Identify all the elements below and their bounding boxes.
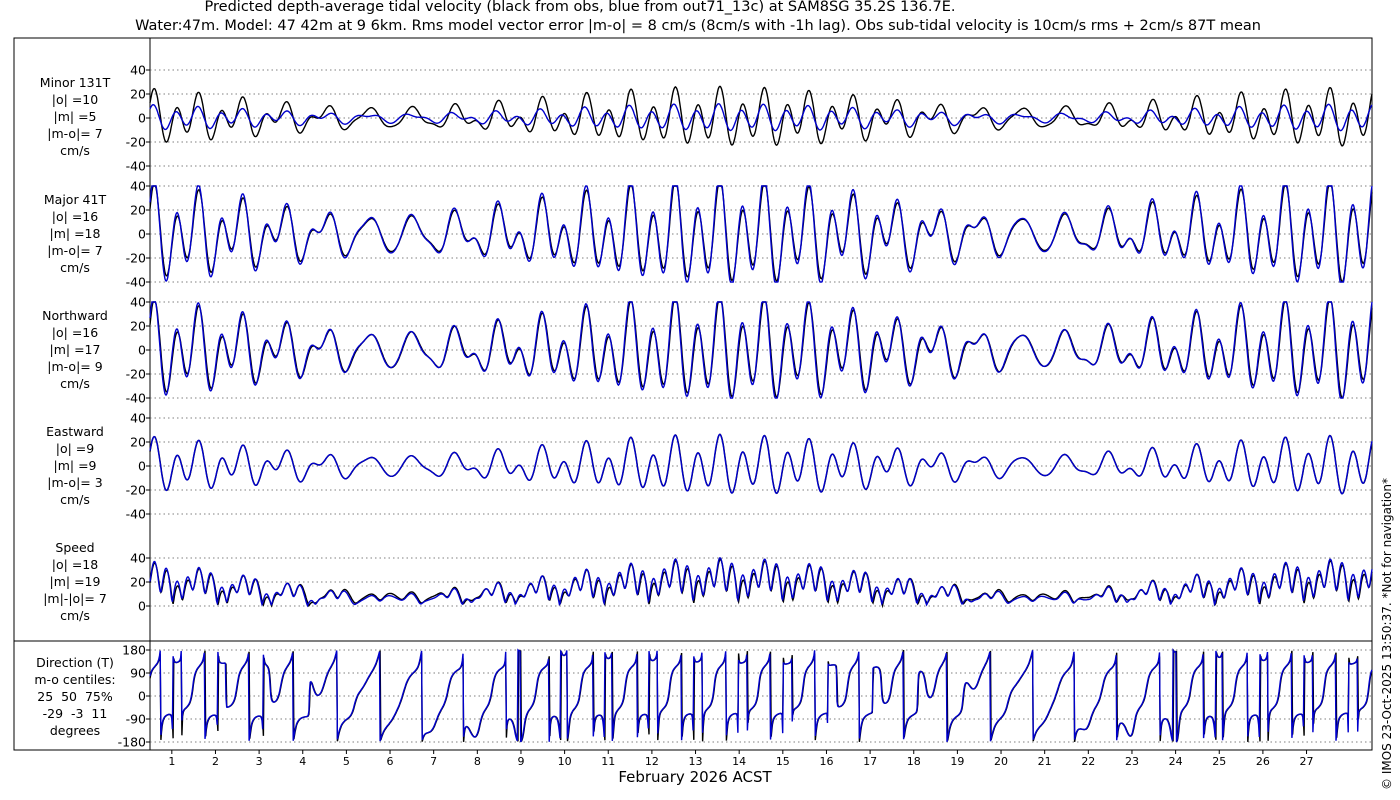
x-tick-label: 23 <box>1125 755 1139 768</box>
y-tick-label: -180 <box>118 735 146 750</box>
model-series-speed <box>149 557 1373 608</box>
y-tick-label: 20 <box>130 575 146 590</box>
x-tick-label: 3 <box>256 755 263 768</box>
y-tick-label: 20 <box>130 87 146 102</box>
x-tick-label: 9 <box>517 755 524 768</box>
y-tick-label: 0 <box>138 599 146 614</box>
y-tick-label: 40 <box>130 551 146 566</box>
x-tick-label: 7 <box>430 755 437 768</box>
y-tick-label: -40 <box>126 507 146 522</box>
y-tick-label: -40 <box>126 159 146 174</box>
x-tick-label: 19 <box>950 755 964 768</box>
y-tick-label: 0 <box>138 111 146 126</box>
x-tick-label: 4 <box>299 755 306 768</box>
x-tick-label: 14 <box>732 755 746 768</box>
y-tick-label: 40 <box>130 179 146 194</box>
x-tick-label: 20 <box>994 755 1008 768</box>
x-tick-label: 18 <box>907 755 921 768</box>
x-tick-label: 17 <box>863 755 877 768</box>
y-tick-label: -90 <box>126 712 146 727</box>
y-tick-label: 40 <box>130 63 146 78</box>
y-tick-label: -20 <box>126 367 146 382</box>
x-tick-label: 1 <box>168 755 175 768</box>
y-tick-label: 40 <box>130 411 146 426</box>
x-tick-label: 6 <box>387 755 394 768</box>
y-tick-label: -20 <box>126 483 146 498</box>
x-tick-label: 25 <box>1212 755 1226 768</box>
x-axis-label: February 2026 ACST <box>618 768 772 786</box>
x-tick-label: 16 <box>819 755 833 768</box>
y-tick-label: 90 <box>130 666 146 681</box>
model-series-eastward <box>149 433 1373 495</box>
x-tick-label: 11 <box>601 755 615 768</box>
x-tick-label: 27 <box>1300 755 1314 768</box>
obs-series-speed <box>149 558 1373 609</box>
y-tick-label: 0 <box>138 689 146 704</box>
credit-text: © IMOS 23-Oct-2025 13:50:37. *Not for na… <box>1380 478 1394 790</box>
x-tick-label: 24 <box>1169 755 1183 768</box>
y-tick-label: -40 <box>126 275 146 290</box>
x-tick-label: 26 <box>1256 755 1270 768</box>
y-tick-label: 0 <box>138 343 146 358</box>
x-tick-label: 8 <box>474 755 481 768</box>
x-tick-label: 2 <box>212 755 219 768</box>
y-tick-label: 20 <box>130 319 146 334</box>
y-tick-label: 40 <box>130 295 146 310</box>
y-tick-label: -20 <box>126 135 146 150</box>
y-tick-label: 20 <box>130 435 146 450</box>
x-tick-label: 15 <box>776 755 790 768</box>
tidal-velocity-chart: 40200-20-4040200-20-4040200-20-4040200-2… <box>13 37 1373 768</box>
x-tick-label: 13 <box>689 755 703 768</box>
y-tick-label: 0 <box>138 227 146 242</box>
y-tick-label: 0 <box>138 459 146 474</box>
y-tick-label: -20 <box>126 251 146 266</box>
x-tick-label: 10 <box>558 755 572 768</box>
y-tick-label: 180 <box>122 643 146 658</box>
x-tick-label: 5 <box>343 755 350 768</box>
x-tick-label: 22 <box>1081 755 1095 768</box>
y-tick-label: -40 <box>126 391 146 406</box>
x-tick-label: 21 <box>1038 755 1052 768</box>
x-tick-label: 12 <box>645 755 659 768</box>
y-tick-label: 20 <box>130 203 146 218</box>
